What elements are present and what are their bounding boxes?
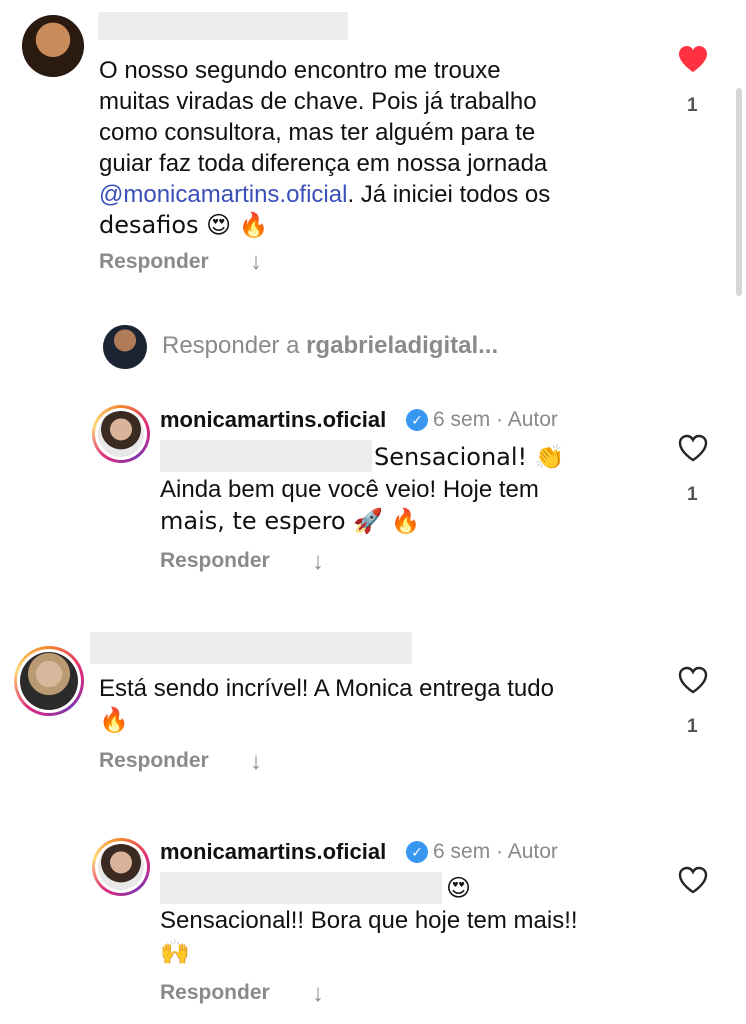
comment-line: muitas viradas de chave. Pois já trabalh…	[99, 88, 537, 115]
arrow-down-icon[interactable]: ↓	[250, 748, 262, 776]
mention-link[interactable]: @monicamartins.oficial	[99, 181, 347, 208]
comment-line: guiar faz toda diferença em nossa jornad…	[99, 150, 548, 177]
arrow-down-icon[interactable]: ↓	[312, 548, 324, 576]
heart-outline-icon[interactable]	[677, 865, 709, 895]
reply-text: 🙌	[160, 938, 190, 966]
reply-button[interactable]: Responder	[99, 749, 209, 773]
reply-text: Ainda bem que você veio! Hoje tem	[160, 476, 539, 503]
username[interactable]: monicamartins.oficial	[160, 407, 386, 433]
redacted-username	[90, 632, 412, 664]
timestamp: 6 sem · Autor	[433, 408, 558, 431]
comment-line: . Já iniciei todos os	[347, 181, 551, 208]
like-count: 1	[687, 484, 698, 505]
username[interactable]: monicamartins.oficial	[160, 839, 386, 865]
comment-text: Está sendo incrível! A Monica entrega tu…	[99, 675, 554, 702]
avatar[interactable]	[22, 15, 84, 77]
heart-filled-icon[interactable]	[677, 44, 709, 74]
reply-button[interactable]: Responder	[99, 250, 209, 274]
reply-text: mais, te espero 🚀 🔥	[160, 507, 421, 535]
reply-text: Sensacional! 👏	[374, 443, 565, 471]
like-count: 1	[687, 716, 698, 737]
avatar[interactable]	[92, 405, 150, 463]
comment-line: O nosso segundo encontro me trouxe	[99, 57, 501, 84]
arrow-down-icon[interactable]: ↓	[250, 248, 262, 276]
comment-line: como consultora, mas ter alguém para te	[99, 119, 536, 146]
like-count: 1	[687, 95, 698, 116]
reply-text: 😍	[446, 874, 472, 902]
verified-badge-icon: ✓	[406, 409, 428, 431]
timestamp: 6 sem · Autor	[433, 840, 558, 863]
redacted-username	[98, 12, 348, 40]
reply-button[interactable]: Responder	[160, 549, 270, 573]
reply-to-target: rgabrieladigital...	[306, 332, 499, 359]
avatar	[103, 325, 147, 369]
comment-text: O nosso segundo encontro me trouxe muita…	[99, 55, 550, 241]
heart-outline-icon[interactable]	[677, 665, 709, 695]
redacted-mention	[160, 440, 372, 472]
reply-to-field[interactable]: Responder a rgabrieladigital...	[162, 332, 498, 360]
reply-button[interactable]: Responder	[160, 981, 270, 1005]
reply-to-prefix: Responder a	[162, 332, 307, 359]
comment-line: desafios 😍 🔥	[99, 211, 269, 239]
comment-text: 🔥	[99, 706, 129, 734]
reply-text: Sensacional!! Bora que hoje tem mais!!	[160, 907, 578, 934]
avatar[interactable]	[92, 838, 150, 896]
redacted-mention	[160, 872, 442, 904]
scrollbar[interactable]	[736, 88, 742, 296]
verified-badge-icon: ✓	[406, 841, 428, 863]
arrow-down-icon[interactable]: ↓	[312, 980, 324, 1008]
heart-outline-icon[interactable]	[677, 433, 709, 463]
avatar[interactable]	[14, 646, 84, 716]
